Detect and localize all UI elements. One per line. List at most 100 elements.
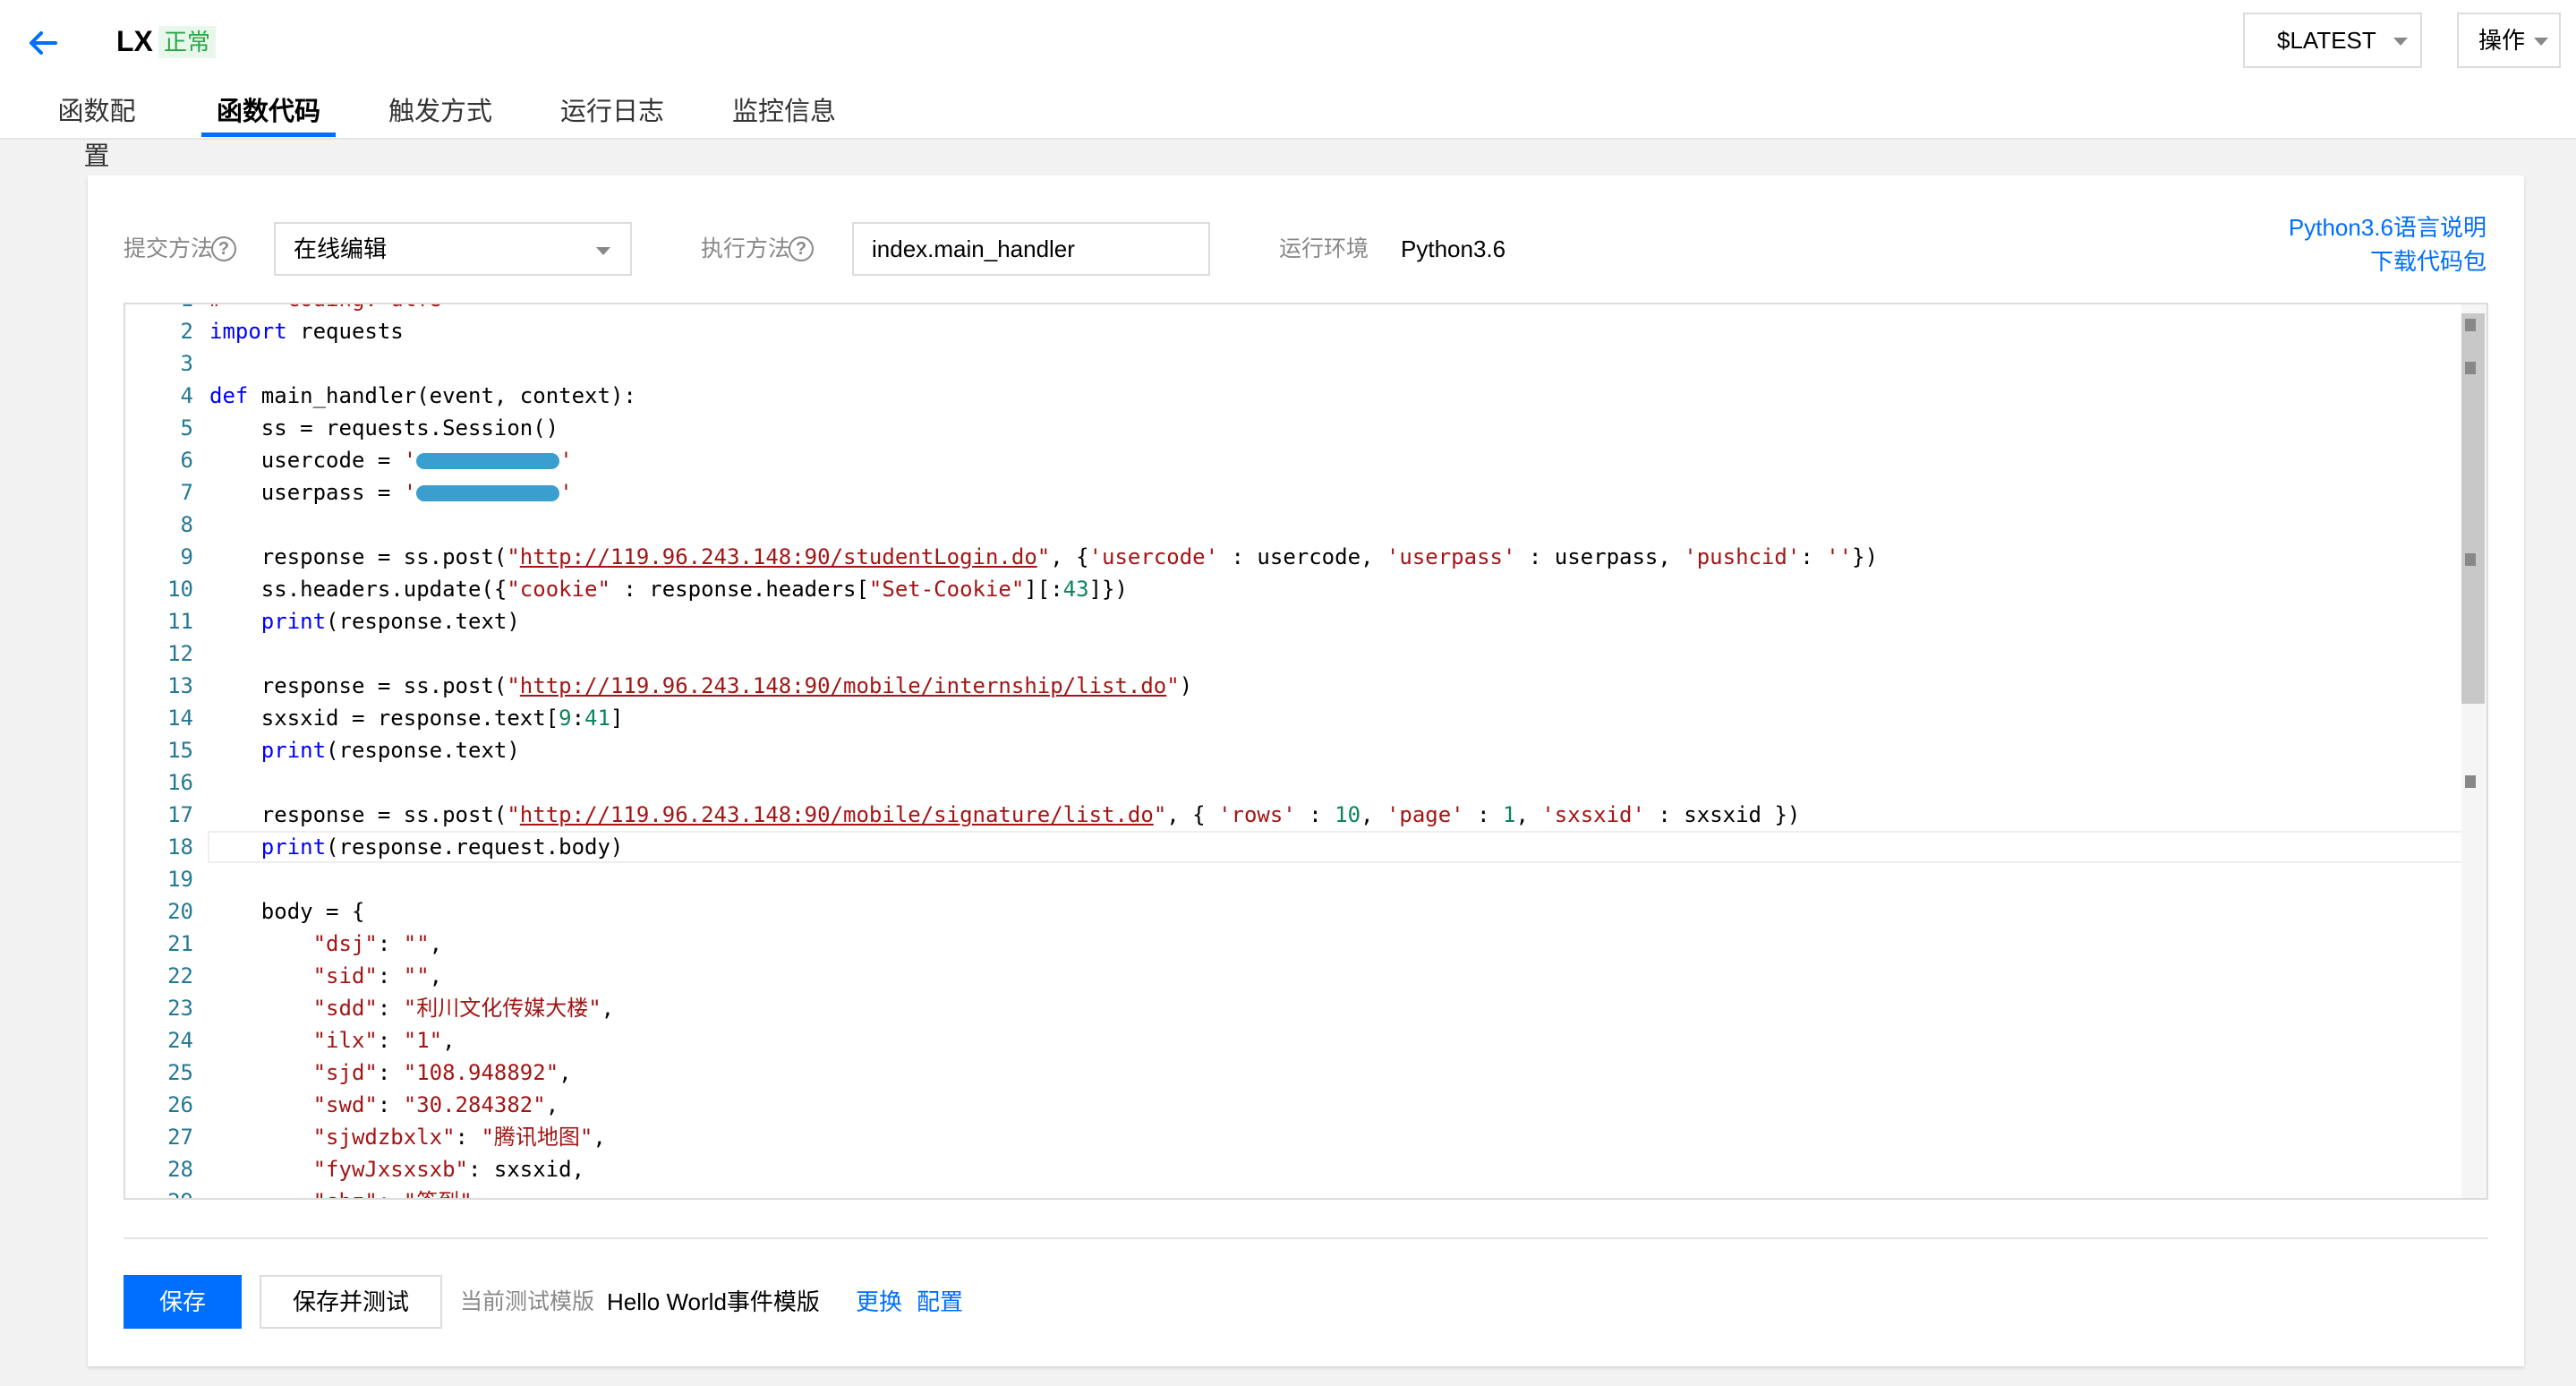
code-line[interactable]: 13 response = ss.post("http://119.96.243… — [125, 670, 2463, 702]
chevron-down-icon — [2534, 38, 2548, 46]
line-number: 11 — [167, 609, 193, 634]
code-line[interactable]: 18 print(response.request.body) — [125, 831, 2463, 863]
line-number: 8 — [180, 512, 193, 537]
code-line[interactable]: 7 userpass = ' ' — [125, 476, 2463, 509]
code-line[interactable]: 3 — [125, 347, 2463, 380]
editor-scrollbar[interactable] — [2461, 304, 2486, 1198]
code-text[interactable]: usercode = ' ' — [209, 444, 573, 476]
code-line[interactable]: 10 ss.headers.update({"cookie" : respons… — [125, 573, 2463, 605]
line-number: 15 — [167, 738, 193, 763]
test-template-label: 当前测试模版 — [460, 1289, 595, 1314]
language-doc-link[interactable]: Python3.6语言说明 — [2289, 211, 2486, 244]
code-text[interactable]: "fywJxsxsxb": sxsxid, — [209, 1153, 584, 1185]
code-text[interactable]: response = ss.post("http://119.96.243.14… — [209, 799, 1801, 831]
tab-triggers[interactable]: 触发方式 — [388, 90, 492, 134]
code-text[interactable]: def main_handler(event, context): — [209, 380, 636, 412]
code-line[interactable]: 9 response = ss.post("http://119.96.243.… — [125, 541, 2463, 573]
line-number: 23 — [167, 996, 193, 1021]
code-text[interactable]: ss.headers.update({"cookie" : response.h… — [209, 573, 1128, 605]
code-line[interactable]: 8 — [125, 509, 2463, 541]
code-line[interactable]: 14 sxsxid = response.text[9:41] — [125, 702, 2463, 734]
back-arrow-icon[interactable] — [25, 25, 61, 61]
code-text[interactable]: "sdd": "利川文化传媒大楼", — [209, 992, 615, 1024]
help-icon[interactable]: ? — [211, 236, 236, 261]
code-line[interactable]: 12 — [125, 637, 2463, 670]
save-button[interactable]: 保存 — [124, 1275, 242, 1329]
function-name: LX — [116, 25, 153, 57]
code-text[interactable]: "sid": "", — [209, 960, 443, 992]
code-line[interactable]: 6 usercode = ' ' — [125, 444, 2463, 476]
line-number: 27 — [167, 1125, 193, 1150]
code-text[interactable]: response = ss.post("http://119.96.243.14… — [209, 670, 1192, 702]
code-text[interactable]: body = { — [209, 895, 365, 928]
tab-monitoring[interactable]: 监控信息 — [732, 90, 836, 134]
code-text[interactable]: "swd": "30.284382", — [209, 1089, 559, 1121]
code-line[interactable]: 4 def main_handler(event, context): — [125, 380, 2463, 412]
code-text[interactable]: print(response.text) — [209, 605, 520, 637]
code-text[interactable]: response = ss.post("http://119.96.243.14… — [209, 541, 1878, 573]
code-text[interactable]: "ilx": "1", — [209, 1024, 456, 1057]
line-number: 4 — [180, 383, 193, 408]
line-number: 21 — [167, 931, 193, 956]
change-template-link[interactable]: 更换 — [856, 1275, 902, 1329]
code-line[interactable]: 20 body = { — [125, 895, 2463, 928]
configure-template-link[interactable]: 配置 — [917, 1275, 963, 1329]
code-line[interactable]: 25 "sjd": "108.948892", — [125, 1057, 2463, 1089]
runtime-value: Python3.6 — [1401, 235, 1506, 262]
code-line[interactable]: 23 "sdd": "利川文化传媒大楼", — [125, 992, 2463, 1024]
divider — [124, 1237, 2488, 1239]
code-text[interactable]: print(response.request.body) — [209, 831, 624, 863]
version-select-label: $LATEST — [2277, 27, 2376, 54]
tab-function-code[interactable]: 函数代码 — [217, 90, 320, 134]
code-line[interactable]: 2 import requests — [125, 315, 2463, 347]
code-line[interactable]: 22 "sid": "", — [125, 960, 2463, 992]
code-text[interactable]: # -*- coding: utf8 -*- — [209, 304, 494, 315]
handler-label: 执行方法 — [701, 236, 791, 261]
tab-run-logs[interactable]: 运行日志 — [560, 90, 664, 134]
code-text[interactable]: sxsxid = response.text[9:41] — [209, 702, 624, 734]
active-tab-indicator — [201, 133, 336, 137]
version-select[interactable]: $LATEST — [2243, 13, 2422, 68]
code-line[interactable]: 5 ss = requests.Session() — [125, 412, 2463, 444]
download-code-link[interactable]: 下载代码包 — [2370, 245, 2486, 278]
code-line[interactable]: 11 print(response.text) — [125, 605, 2463, 637]
code-text[interactable]: "sjwdzbxlx": "腾讯地图", — [209, 1121, 606, 1153]
code-line[interactable]: 1 # -*- coding: utf8 -*- — [125, 304, 2463, 315]
line-number: 18 — [167, 834, 193, 860]
code-text[interactable]: import requests — [209, 315, 404, 347]
code-line[interactable]: 28 "fywJxsxsxb": sxsxid, — [125, 1153, 2463, 1185]
code-text[interactable]: print(response.text) — [209, 734, 520, 766]
line-number: 14 — [167, 706, 193, 731]
code-line[interactable]: 17 response = ss.post("http://119.96.243… — [125, 799, 2463, 831]
code-line[interactable]: 19 — [125, 863, 2463, 895]
tab-function-config[interactable]: 函数配置 — [47, 90, 147, 179]
code-lines[interactable]: 1 # -*- coding: utf8 -*- 2 import requests 3… — [125, 304, 2463, 1198]
code-line[interactable]: 16 — [125, 766, 2463, 799]
code-text[interactable]: "sbz": "签到" — [209, 1185, 473, 1198]
code-text[interactable]: "sjd": "108.948892", — [209, 1057, 572, 1089]
code-line[interactable]: 21 "dsj": "", — [125, 928, 2463, 960]
line-number: 24 — [167, 1028, 193, 1053]
line-number: 3 — [180, 351, 193, 376]
code-line[interactable]: 27 "sjwdzbxlx": "腾讯地图", — [125, 1121, 2463, 1153]
code-text[interactable]: ss = requests.Session() — [209, 412, 559, 444]
handler-input[interactable]: index.main_handler — [852, 222, 1210, 276]
code-editor[interactable]: 1 # -*- coding: utf8 -*- 2 import requests 3… — [124, 303, 2488, 1200]
top-bar: LX 正常 $LATEST 操作 函数配置 函数代码 触发方式 运行日志 监控信… — [0, 0, 2576, 171]
line-number: 12 — [167, 641, 193, 666]
code-line[interactable]: 15 print(response.text) — [125, 734, 2463, 766]
overview-marker — [2465, 775, 2476, 788]
code-line[interactable]: 24 "ilx": "1", — [125, 1024, 2463, 1057]
code-text[interactable]: "dsj": "", — [209, 928, 443, 960]
save-and-test-button[interactable]: 保存并测试 — [260, 1275, 442, 1329]
line-number: 13 — [167, 673, 193, 698]
code-text[interactable]: userpass = ' ' — [209, 476, 573, 509]
help-icon[interactable]: ? — [789, 236, 814, 261]
code-line[interactable]: 29 "sbz": "签到" — [125, 1185, 2463, 1198]
submit-method-select[interactable]: 在线编辑 — [274, 222, 632, 276]
operations-menu[interactable]: 操作 — [2457, 13, 2561, 68]
code-line[interactable]: 26 "swd": "30.284382", — [125, 1089, 2463, 1121]
line-number: 5 — [180, 415, 193, 441]
line-number: 22 — [167, 963, 193, 988]
line-number: 2 — [180, 319, 193, 344]
